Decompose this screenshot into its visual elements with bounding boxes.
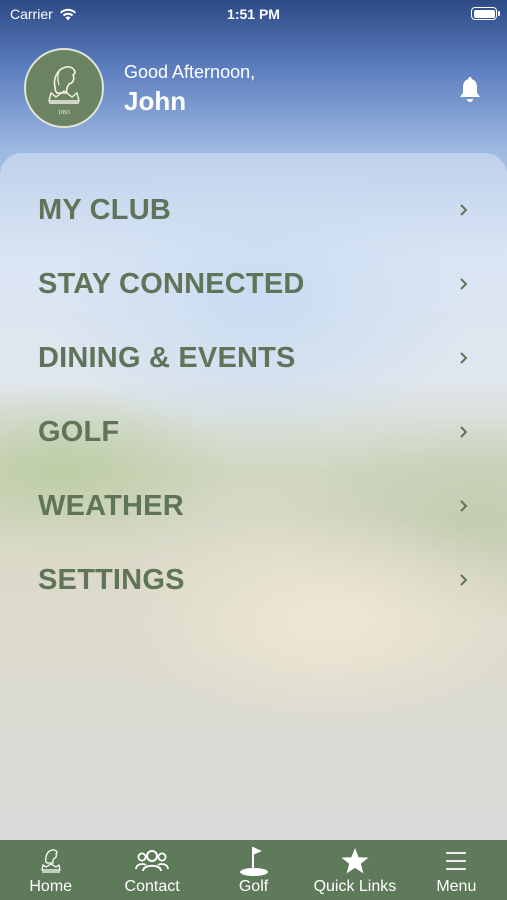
tab-contact[interactable]: Contact (101, 840, 202, 900)
tab-label: Menu (436, 878, 477, 895)
menu-item-my-club[interactable]: MY CLUB (0, 180, 507, 240)
logo-year: 1893 (58, 110, 70, 116)
chevron-right-icon (460, 426, 468, 438)
menu-item-golf[interactable]: GOLF (0, 402, 507, 462)
tab-label: Contact (124, 878, 180, 895)
clock: 1:51 PM (227, 6, 280, 22)
menu-item-dining-events[interactable]: DINING & EVENTS (0, 328, 507, 388)
tab-golf[interactable]: Golf (203, 840, 304, 900)
tab-menu[interactable]: Menu (406, 840, 507, 900)
people-icon (135, 846, 170, 876)
status-bar: Carrier 1:51 PM (0, 0, 507, 30)
user-name: John (124, 86, 187, 116)
menu-item-label: DINING & EVENTS (38, 341, 296, 374)
tab-label: Quick Links (313, 878, 397, 895)
club-logo: 1893 (24, 48, 104, 128)
menu-item-weather[interactable]: WEATHER (0, 476, 507, 536)
menu-item-label: MY CLUB (38, 193, 171, 226)
menu-item-settings[interactable]: SETTINGS (0, 550, 507, 610)
menu-item-label: GOLF (38, 415, 120, 448)
chevron-right-icon (460, 574, 468, 586)
hamburger-icon (439, 846, 473, 876)
menu-item-stay-connected[interactable]: STAY CONNECTED (0, 254, 507, 314)
greeting-text: Good Afternoon, (124, 62, 256, 82)
tab-quick-links[interactable]: Quick Links (304, 840, 405, 900)
notification-bell-icon[interactable] (457, 76, 483, 104)
tab-bar: Home Contact Golf Quick Links Menu (0, 840, 507, 900)
menu-item-label: STAY CONNECTED (38, 267, 305, 300)
menu-item-label: WEATHER (38, 489, 184, 522)
golf-flag-icon (237, 846, 271, 876)
club-logo-icon (34, 846, 68, 876)
star-icon (338, 846, 372, 876)
battery-icon (471, 7, 500, 20)
chevron-right-icon (460, 352, 468, 364)
menu-item-label: SETTINGS (38, 563, 185, 596)
main-menu: MY CLUB STAY CONNECTED DINING & EVENTS G… (0, 153, 507, 853)
tab-home[interactable]: Home (0, 840, 101, 900)
chevron-right-icon (460, 204, 468, 216)
tab-label: Golf (238, 878, 269, 895)
club-crest-icon: 1893 (48, 66, 80, 116)
tab-label: Home (29, 878, 73, 895)
chevron-right-icon (460, 278, 468, 290)
chevron-right-icon (460, 500, 468, 512)
header: 1893 Good Afternoon, John (24, 48, 483, 130)
